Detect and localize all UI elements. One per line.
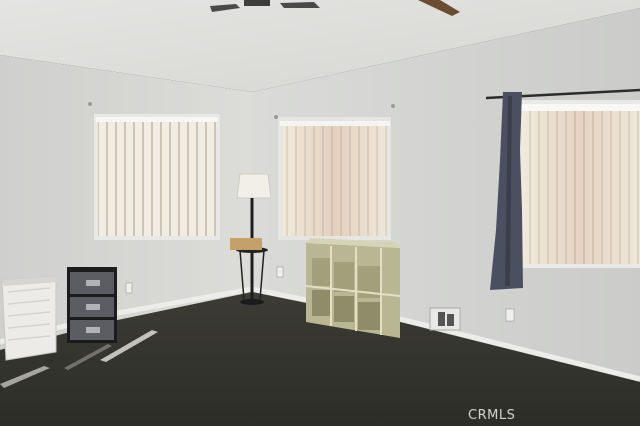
floor-vent (429, 307, 461, 331)
wall-outlet-right (505, 308, 515, 322)
plastic-drawer-unit (67, 267, 117, 343)
room-illustration (0, 0, 640, 426)
cube-shelf-organizer (305, 238, 401, 338)
wall-hook-right (391, 104, 395, 108)
wall-outlet-center (276, 266, 284, 278)
left-window-blinds (94, 114, 220, 240)
wall-hook-left (88, 102, 92, 106)
room-photo: CRMLS (0, 0, 640, 426)
listing-watermark: CRMLS (468, 408, 516, 423)
white-laundry-hamper (1, 275, 58, 361)
center-window-blinds (278, 117, 391, 240)
wall-outlet-left (125, 282, 133, 294)
wall-hook-center (274, 115, 278, 119)
right-window-blinds (518, 100, 640, 268)
